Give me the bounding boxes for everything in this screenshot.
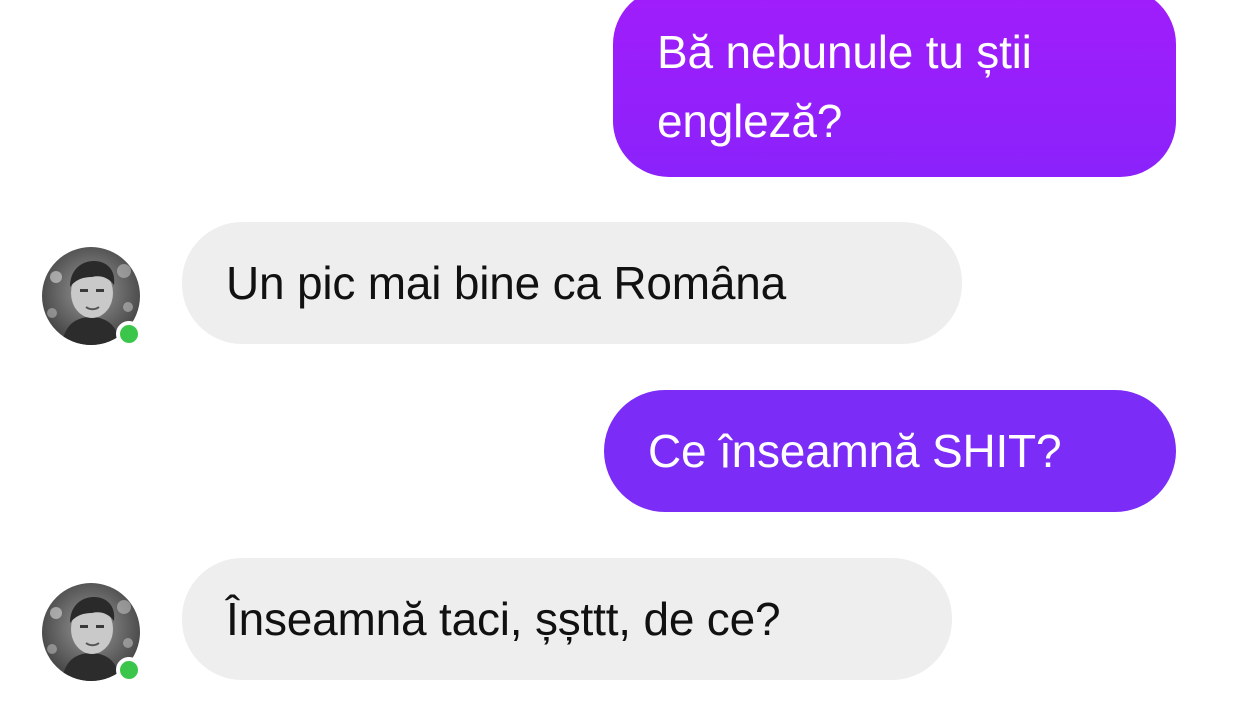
message-text: Un pic mai bine ca Romȃna bbox=[226, 257, 787, 309]
message-text: Ce înseamnă SHIT? bbox=[648, 425, 1062, 477]
outgoing-message-bubble[interactable]: Ce înseamnă SHIT? bbox=[604, 390, 1176, 512]
incoming-message-bubble[interactable]: Înseamnă taci, șșttt, de ce? bbox=[182, 558, 952, 680]
contact-avatar[interactable] bbox=[42, 247, 142, 347]
message-text: Bă nebunule tu știi engleză? bbox=[657, 26, 1032, 147]
message-thread: Bă nebunule tu știi engleză? Un pic mai … bbox=[0, 0, 1260, 709]
message-text: Înseamnă taci, șșttt, de ce? bbox=[226, 593, 781, 645]
outgoing-message-bubble[interactable]: Bă nebunule tu știi engleză? bbox=[613, 0, 1176, 177]
online-status-indicator bbox=[116, 321, 142, 347]
incoming-message-bubble[interactable]: Un pic mai bine ca Romȃna bbox=[182, 222, 962, 344]
online-status-indicator bbox=[116, 657, 142, 683]
contact-avatar[interactable] bbox=[42, 583, 142, 683]
